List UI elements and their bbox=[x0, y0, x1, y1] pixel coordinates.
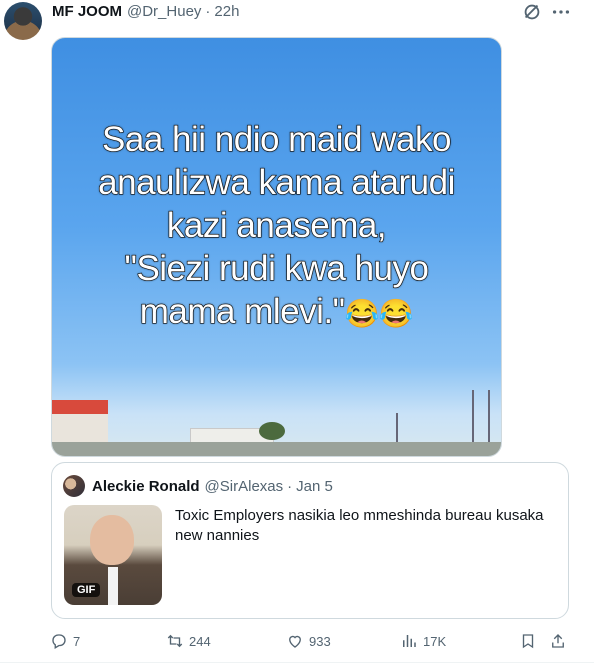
caption-line: kazi anasema, bbox=[166, 205, 387, 245]
header-separator: · bbox=[205, 2, 211, 20]
quoted-post-text: Toxic Employers nasikia leo mmeshinda bu… bbox=[175, 507, 544, 544]
author-handle[interactable]: @Dr_Huey bbox=[127, 3, 201, 20]
quoted-separator: · bbox=[287, 477, 293, 495]
tree-shape bbox=[259, 422, 285, 440]
like-icon bbox=[286, 632, 304, 650]
reply-count: 7 bbox=[73, 633, 81, 649]
quoted-author-name[interactable]: Aleckie Ronald bbox=[92, 478, 200, 495]
caption-line: anaulizwa kama atarudi bbox=[97, 162, 456, 202]
like-button[interactable]: 933 bbox=[286, 630, 331, 652]
views-icon bbox=[400, 632, 418, 650]
pylon-shape bbox=[472, 390, 490, 450]
views-button[interactable]: 17K bbox=[400, 630, 446, 652]
gif-shirt-shape bbox=[108, 567, 118, 605]
quoted-post-header: Aleckie Ronald @SirAlexas · Jan 5 bbox=[92, 476, 333, 496]
gif-badge: GIF bbox=[72, 583, 101, 597]
post-timestamp[interactable]: 22h bbox=[214, 3, 239, 20]
caption-line: Saa hii ndio maid wako bbox=[101, 119, 452, 159]
divider bbox=[0, 662, 594, 663]
quoted-author-avatar[interactable] bbox=[63, 475, 85, 497]
bookmark-button[interactable] bbox=[519, 630, 537, 652]
image-caption: Saa hii ndio maid wako anaulizwa kama at… bbox=[52, 118, 501, 335]
repost-button[interactable]: 244 bbox=[166, 630, 211, 652]
quoted-author-handle[interactable]: @SirAlexas bbox=[205, 478, 284, 495]
reply-button[interactable]: 7 bbox=[50, 630, 80, 652]
views-count: 17K bbox=[423, 633, 447, 649]
share-button[interactable] bbox=[549, 630, 567, 652]
author-name[interactable]: MF JOOM bbox=[52, 3, 122, 20]
bookmark-icon bbox=[519, 632, 537, 650]
action-bar: 7 244 933 17K bbox=[0, 630, 594, 652]
repost-count: 244 bbox=[189, 633, 211, 649]
caption-last-text: mama mlevi." bbox=[139, 291, 346, 331]
share-icon bbox=[549, 632, 567, 650]
ground-shape bbox=[52, 442, 501, 456]
more-icon[interactable] bbox=[550, 1, 572, 23]
post-image[interactable]: Saa hii ndio maid wako anaulizwa kama at… bbox=[51, 37, 502, 457]
grok-icon[interactable] bbox=[521, 1, 543, 23]
quoted-timestamp[interactable]: Jan 5 bbox=[296, 478, 333, 495]
caption-line: "Siezi rudi kwa huyo bbox=[124, 248, 430, 288]
laugh-emojis: 😂😂 bbox=[344, 298, 414, 329]
reply-icon bbox=[50, 632, 68, 650]
quoted-post[interactable]: Aleckie Ronald @SirAlexas · Jan 5 GIF To… bbox=[51, 462, 569, 619]
caption-line-last: mama mlevi."😂😂 bbox=[52, 290, 501, 335]
gif-face-shape bbox=[90, 515, 134, 565]
like-count: 933 bbox=[309, 633, 331, 649]
quoted-gif-thumbnail[interactable]: GIF bbox=[64, 505, 162, 605]
post-header: MF JOOM @Dr_Huey · 22h bbox=[52, 0, 239, 22]
author-avatar[interactable] bbox=[4, 2, 42, 40]
repost-icon bbox=[166, 632, 184, 650]
